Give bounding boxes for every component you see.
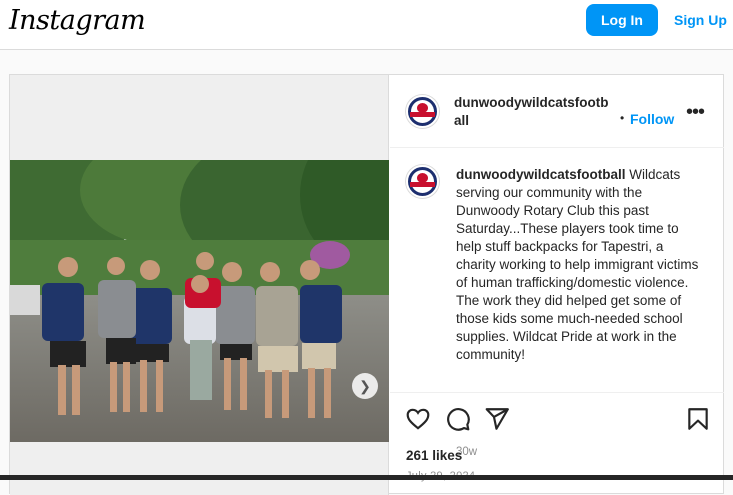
- comment-bubble-icon[interactable]: [445, 406, 471, 432]
- group-photo-image: [10, 160, 389, 442]
- bottom-edge-bar: [0, 475, 733, 480]
- more-options-icon[interactable]: •••: [686, 101, 705, 124]
- post-header: dunwoodywildcatsfootb all • Follow •••: [390, 75, 724, 148]
- next-image-arrow-icon[interactable]: ❯: [352, 373, 378, 399]
- caption-author-name[interactable]: dunwoodywildcatsfootball: [456, 167, 626, 182]
- separator-dot: •: [620, 111, 625, 125]
- like-heart-icon[interactable]: [405, 406, 431, 432]
- instagram-logo[interactable]: Instagram: [9, 5, 146, 36]
- caption-text: dunwoodywildcatsfootball Wildcats servin…: [456, 166, 702, 364]
- caption-author-avatar[interactable]: [406, 165, 439, 198]
- sign-up-link[interactable]: Sign Up: [674, 12, 727, 28]
- post-card: ❯ dunwoodywildcatsfootb all • Follow •••: [9, 74, 724, 495]
- share-send-icon[interactable]: [484, 406, 510, 432]
- log-in-button[interactable]: Log In: [586, 4, 658, 36]
- post-sidebar: dunwoodywildcatsfootb all • Follow ••• d…: [390, 75, 724, 495]
- post-media: ❯: [10, 75, 389, 495]
- save-bookmark-icon[interactable]: [685, 406, 711, 432]
- post-caption: dunwoodywildcatsfootball Wildcats servin…: [390, 149, 724, 458]
- follow-button[interactable]: Follow: [630, 111, 674, 127]
- post-photo[interactable]: ❯: [10, 160, 389, 442]
- top-navigation-bar: Instagram Log In Sign Up: [0, 0, 733, 50]
- caption-body: Wildcats serving our community with the …: [456, 167, 699, 362]
- author-avatar[interactable]: [406, 95, 439, 128]
- likes-count[interactable]: 261 likes: [406, 448, 462, 463]
- author-username[interactable]: dunwoodywildcatsfootb all: [454, 94, 614, 130]
